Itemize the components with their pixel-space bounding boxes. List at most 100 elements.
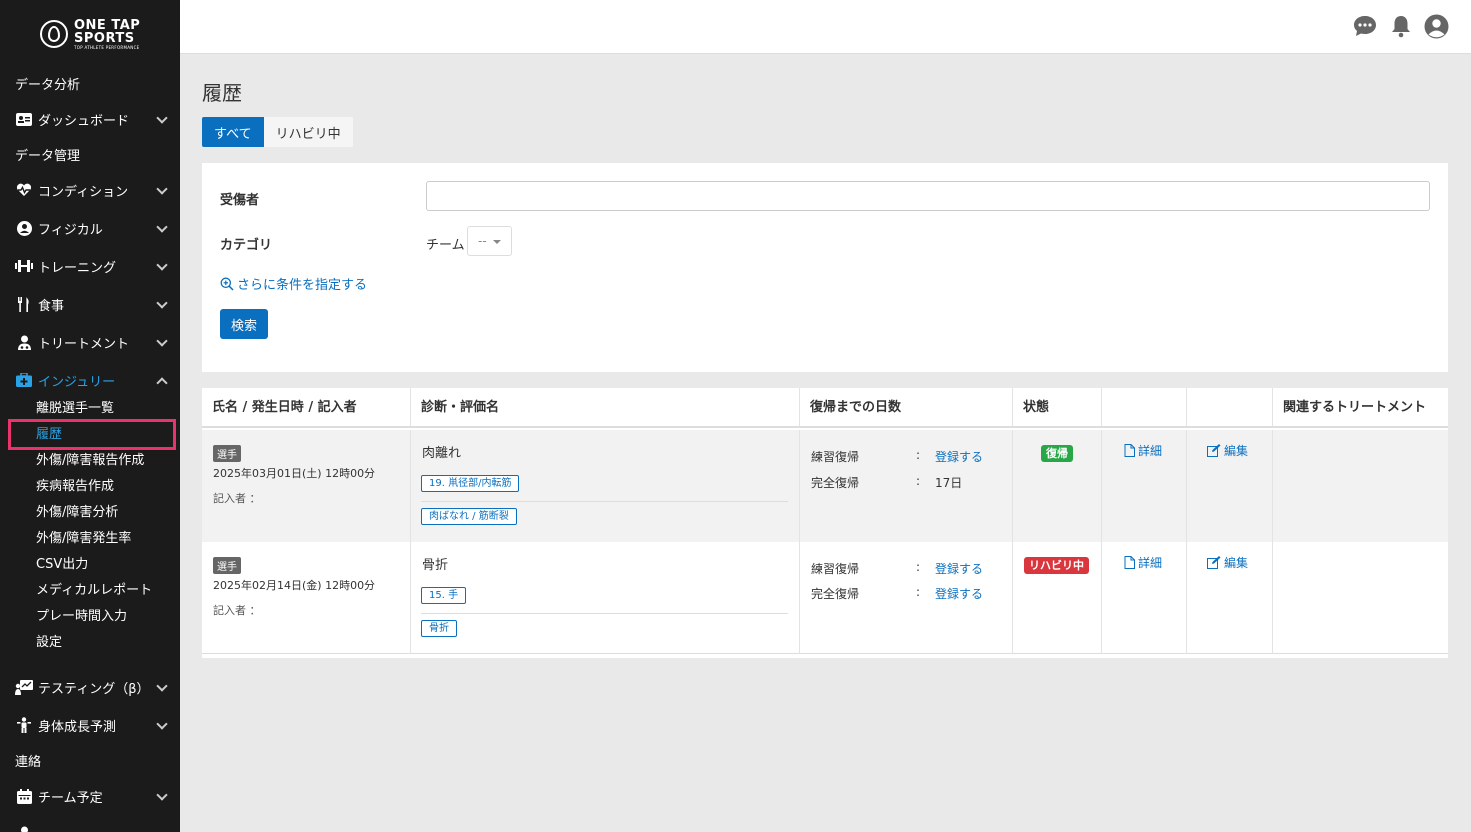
- highlight-annotation: [8, 419, 176, 450]
- chevron-down-icon: [156, 183, 168, 195]
- sidebar-item-condition[interactable]: コンディション: [0, 175, 180, 205]
- sidebar-item-label: データ分析: [15, 77, 81, 93]
- sub-item-trauma-analysis[interactable]: 外傷/障害分析: [36, 503, 118, 523]
- col-header-detail: [1102, 388, 1187, 428]
- sidebar-item-data-management[interactable]: データ管理: [0, 139, 180, 169]
- table-row: 選手 2025年03月01日(土) 12時00分 記入者 ： 肉離れ 19. 鼡…: [202, 430, 1448, 542]
- file-icon: [1124, 556, 1135, 569]
- sub-item-settings[interactable]: 設定: [36, 633, 62, 653]
- sidebar-item-dashboard[interactable]: ダッシュボード: [0, 104, 180, 134]
- sidebar-item-data-analysis[interactable]: データ分析: [0, 68, 180, 98]
- col-header-return-days: 復帰までの日数: [800, 388, 1013, 428]
- heart-pulse-icon: [15, 182, 33, 198]
- col-header-treatment: 関連するトリートメント: [1273, 388, 1448, 428]
- team-label: チーム: [426, 238, 465, 253]
- sub-item-medical-report[interactable]: メディカルレポート: [36, 581, 152, 601]
- practice-return-register-link[interactable]: 登録する: [935, 448, 983, 465]
- sub-item-trauma-report[interactable]: 外傷/障害報告作成: [36, 451, 144, 471]
- sidebar-item-label: 連絡: [15, 754, 42, 770]
- category-label: カテゴリ: [220, 238, 273, 253]
- edit-link[interactable]: 編集: [1207, 442, 1248, 459]
- dumbbell-icon: [15, 258, 33, 274]
- practice-return-label: 練習復帰: [811, 450, 860, 464]
- edit-link[interactable]: 編集: [1207, 554, 1248, 571]
- full-return-register-link[interactable]: 登録する: [935, 585, 983, 602]
- sub-item-play-time[interactable]: プレー時間入力: [36, 607, 127, 627]
- chalkboard-user-icon: [15, 679, 33, 695]
- chat-bubble-icon[interactable]: [1353, 14, 1377, 38]
- sidebar-item-growth[interactable]: 身体成長予測: [0, 710, 180, 740]
- filter-tabs: すべて リハビリ中: [202, 117, 353, 147]
- diagnosis-name: 肉離れ: [422, 446, 462, 461]
- colon: :: [916, 474, 921, 488]
- user-circle-icon: [15, 220, 33, 236]
- sub-item-illness-report[interactable]: 疾病報告作成: [36, 477, 114, 497]
- sidebar-item-training[interactable]: トレーニング: [0, 251, 180, 281]
- injured-input[interactable]: [426, 181, 1430, 211]
- sub-item-trauma-rate[interactable]: 外傷/障害発生率: [36, 529, 131, 549]
- colon: :: [916, 560, 921, 574]
- more-conditions-label: さらに条件を指定する: [237, 278, 368, 293]
- sidebar-item-treatment[interactable]: トリートメント: [0, 327, 180, 357]
- team-select[interactable]: --: [467, 226, 512, 256]
- body-part-tag: 19. 鼡径部/内転筋: [421, 475, 520, 492]
- file-icon: [1124, 444, 1135, 457]
- sidebar-item-more[interactable]: [0, 818, 180, 832]
- detail-link[interactable]: 詳細: [1124, 442, 1162, 459]
- sidebar-item-meal[interactable]: 食事: [0, 289, 180, 319]
- chevron-down-icon: [156, 259, 168, 271]
- diagnosis-name: 骨折: [422, 558, 449, 573]
- search-button[interactable]: 検索: [220, 309, 268, 339]
- more-conditions-link[interactable]: さらに条件を指定する: [220, 274, 367, 293]
- occurred-datetime: 2025年02月14日(金) 12時00分: [213, 579, 376, 592]
- body-part-tag: 15. 手: [421, 587, 467, 604]
- tab-all[interactable]: すべて: [202, 117, 264, 147]
- sidebar-item-label: 食事: [38, 298, 65, 314]
- sidebar-item-label: データ管理: [15, 148, 81, 164]
- sidebar-item-injury[interactable]: インジュリー: [0, 365, 180, 395]
- sidebar: ONE TAP SPORTS TOP ATHLETE PERFORMANCE デ…: [0, 0, 180, 832]
- table-row: 選手 2025年02月14日(金) 12時00分 記入者 ： 骨折 15. 手 …: [202, 542, 1448, 654]
- medkit-icon: [15, 372, 33, 388]
- edit-icon: [1207, 556, 1221, 569]
- sidebar-item-label: ダッシュボード: [38, 113, 130, 129]
- logo-line3: TOP ATHLETE PERFORMANCE: [74, 44, 140, 50]
- full-return-label: 完全復帰: [811, 476, 860, 490]
- role-badge: 選手: [213, 557, 241, 574]
- chevron-down-icon: [156, 789, 168, 801]
- colon: :: [916, 585, 921, 599]
- sub-item-absent-players[interactable]: 離脱選手一覧: [36, 399, 114, 419]
- child-grow-icon: [15, 717, 33, 733]
- bell-icon[interactable]: [1390, 14, 1414, 38]
- sidebar-item-label: インジュリー: [38, 374, 116, 390]
- sidebar-item-testing[interactable]: テスティング（β）: [0, 672, 180, 702]
- sidebar-item-contact[interactable]: 連絡: [0, 745, 180, 775]
- edit-label: 編集: [1224, 444, 1249, 458]
- practice-return-register-link[interactable]: 登録する: [935, 560, 983, 577]
- logo-line1: ONE TAP: [74, 17, 141, 33]
- detail-link[interactable]: 詳細: [1124, 554, 1162, 571]
- calendar-icon: [15, 788, 33, 804]
- filter-panel: 受傷者 カテゴリ チーム -- さらに条件を指定する 検索: [202, 163, 1448, 372]
- user-icon: [15, 825, 33, 832]
- logo-mark-icon: [40, 20, 68, 48]
- sidebar-item-physical[interactable]: フィジカル: [0, 213, 180, 243]
- history-table: 氏名 / 発生日時 / 記入者 診断・評価名 復帰までの日数 状態 関連するトリ…: [202, 388, 1448, 658]
- injury-type-tag: 骨折: [421, 620, 457, 637]
- sidebar-item-team-schedule[interactable]: チーム予定: [0, 781, 180, 811]
- app-logo[interactable]: ONE TAP SPORTS TOP ATHLETE PERFORMANCE: [0, 0, 180, 68]
- sidebar-item-label: トレーニング: [38, 260, 117, 276]
- chevron-down-icon: [156, 718, 168, 730]
- chevron-down-icon: [156, 112, 168, 124]
- team-select-value: --: [478, 234, 487, 248]
- status-badge: 復帰: [1041, 445, 1073, 462]
- user-medical-icon: [15, 334, 33, 350]
- colon: :: [916, 448, 921, 462]
- sub-item-csv-export[interactable]: CSV出力: [36, 555, 88, 575]
- status-badge: リハビリ中: [1024, 557, 1089, 574]
- detail-label: 詳細: [1138, 556, 1163, 570]
- col-header-name: 氏名 / 発生日時 / 記入者: [202, 388, 411, 428]
- chevron-down-icon: [156, 335, 168, 347]
- user-account-icon[interactable]: [1424, 14, 1449, 39]
- tab-rehab[interactable]: リハビリ中: [263, 117, 353, 147]
